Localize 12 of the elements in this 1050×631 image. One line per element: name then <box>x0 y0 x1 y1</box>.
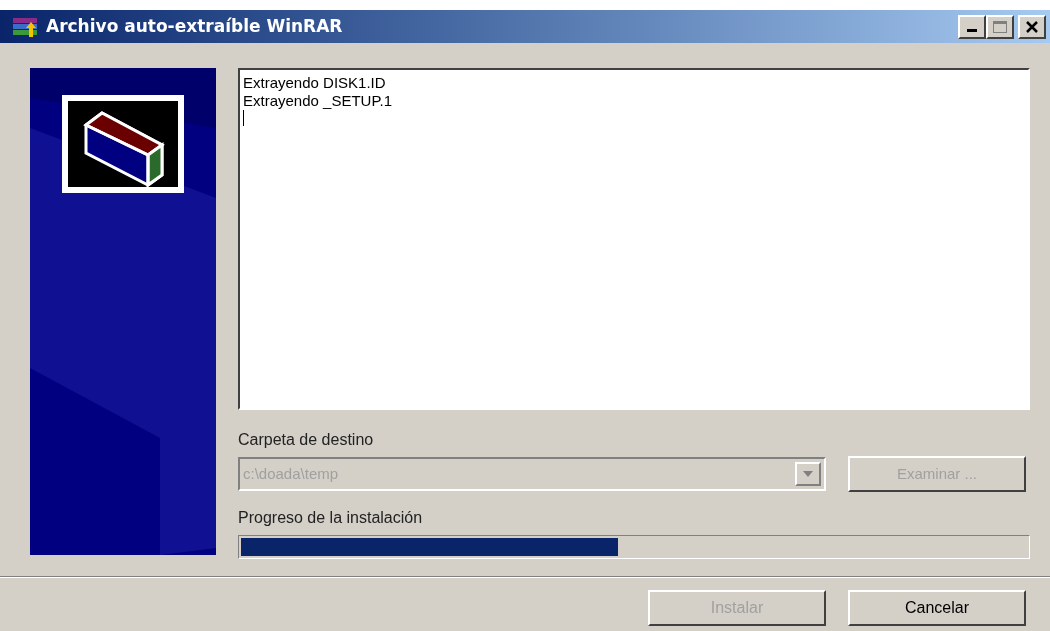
minimize-button[interactable] <box>958 14 986 39</box>
dialog-button[interactable]: Cancelar <box>848 590 1026 626</box>
log-line: Extrayendo DISK1.ID <box>243 74 387 92</box>
maximize-button[interactable] <box>986 14 1014 39</box>
log-line: Extrayendo _SETUP.1 <box>243 92 393 110</box>
close-icon[interactable] <box>1025 20 1039 33</box>
archive-icon <box>12 15 40 38</box>
close-button[interactable] <box>1018 14 1046 39</box>
text-cursor <box>243 110 244 126</box>
destination-label: Carpeta de destino <box>238 430 375 450</box>
window-title: Archivo auto-extraíble WinRAR <box>46 14 343 38</box>
progress-label: Progreso de la instalación <box>238 508 424 528</box>
